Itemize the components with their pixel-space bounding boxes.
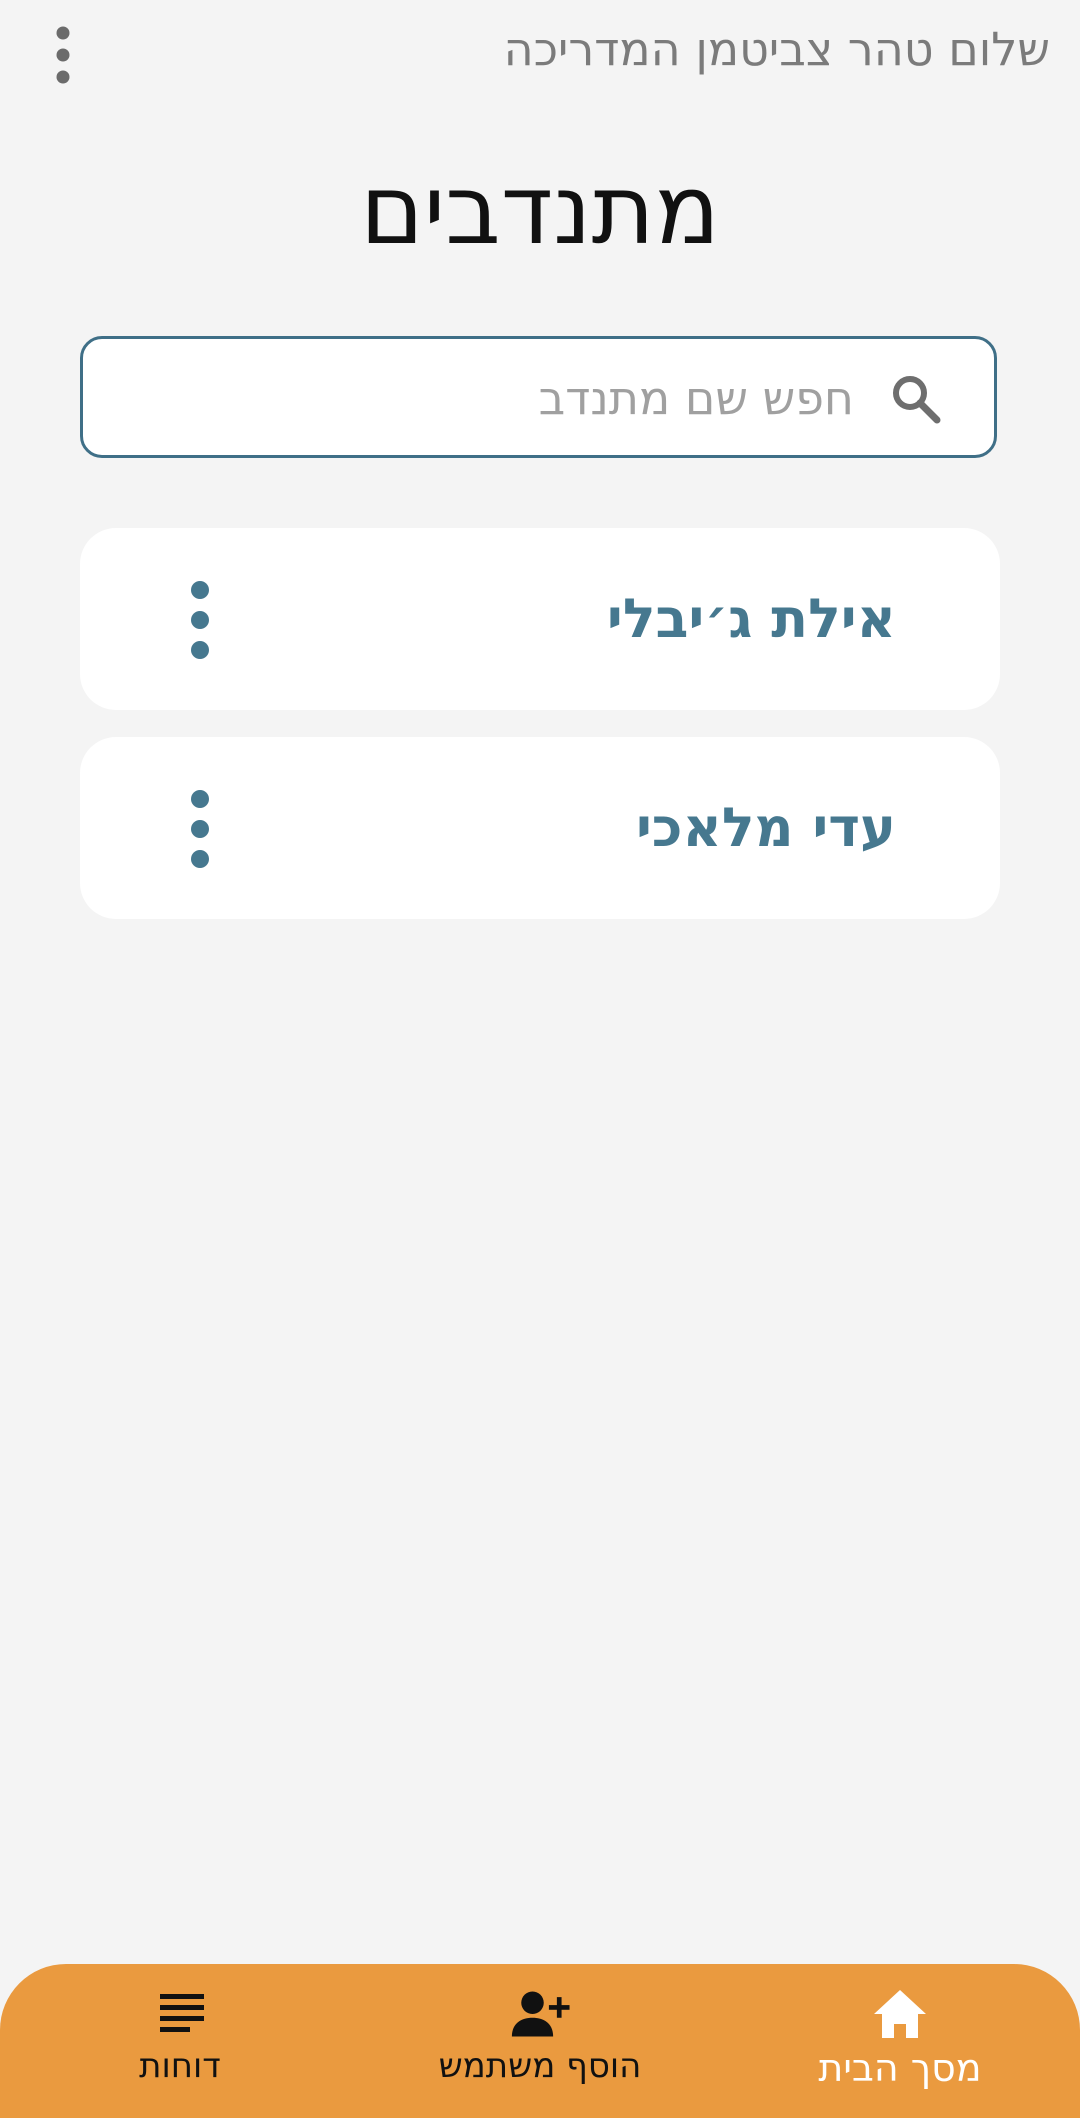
volunteer-menu-button[interactable]	[180, 789, 220, 869]
nav-add-user[interactable]: הוסף משתמש	[400, 1964, 680, 2118]
bottom-navigation: מסך הבית הוסף משתמש דוחות	[0, 1964, 1080, 2118]
more-vertical-icon	[56, 26, 70, 84]
volunteer-card[interactable]: אילת ג׳יבלי	[80, 528, 1000, 710]
more-vertical-icon	[191, 790, 209, 868]
page-title: מתנדבים	[360, 154, 720, 266]
top-bar: שלום טהר צביטמן המדריכה	[0, 0, 1080, 110]
overflow-menu-button[interactable]	[38, 22, 88, 88]
nav-reports[interactable]: דוחות	[110, 1964, 250, 2118]
home-icon	[874, 1990, 926, 2038]
search-input[interactable]	[214, 363, 854, 433]
volunteer-name[interactable]: אילת ג׳יבלי	[607, 528, 896, 710]
person-add-icon	[511, 1991, 570, 2037]
volunteer-card[interactable]: עדי מלאכי	[80, 737, 1000, 919]
volunteer-menu-button[interactable]	[180, 580, 220, 660]
nav-home-label: מסך הבית	[818, 2046, 982, 2090]
volunteer-name[interactable]: עדי מלאכי	[636, 737, 896, 919]
nav-home[interactable]: מסך הבית	[780, 1964, 1020, 2118]
nav-reports-label: דוחות	[139, 2046, 221, 2086]
greeting-text: שלום טהר צביטמן המדריכה	[503, 22, 1050, 76]
search-icon[interactable]	[890, 373, 942, 425]
more-vertical-icon	[191, 581, 209, 659]
reports-icon	[160, 1994, 204, 2032]
nav-add-user-label: הוסף משתמש	[438, 2046, 642, 2086]
search-box[interactable]	[80, 336, 997, 458]
